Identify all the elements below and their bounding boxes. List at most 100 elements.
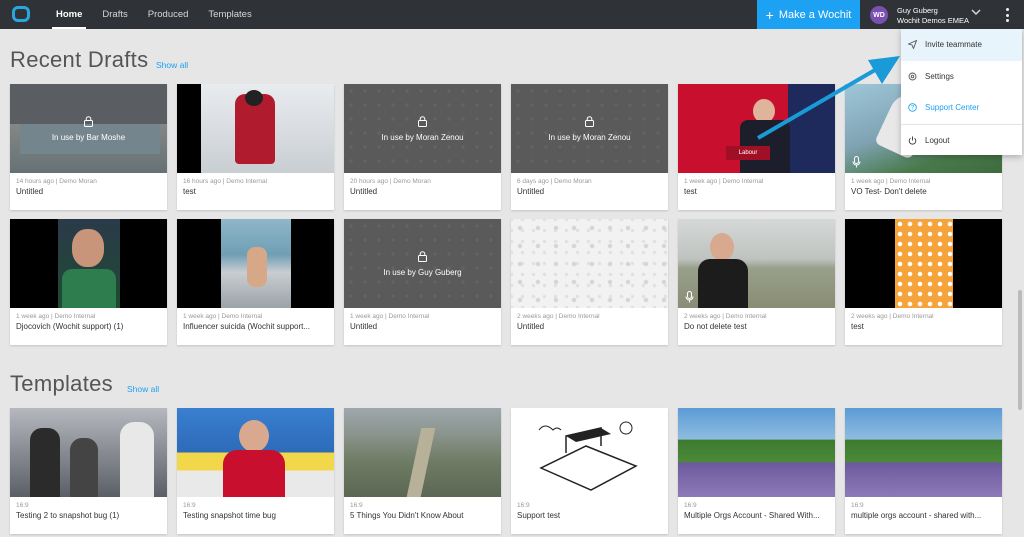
user-menu-dropdown: Invite teammate Settings ? Support Cente… <box>901 29 1022 155</box>
make-button-label: Make a Wochit <box>778 8 852 21</box>
template-thumbnail <box>845 408 1002 497</box>
send-icon <box>908 40 917 50</box>
menu-item-logout[interactable]: Logout <box>901 125 1022 157</box>
card-title: test <box>851 322 864 331</box>
drafts-show-all-link[interactable]: Show all <box>156 60 188 70</box>
nav-produced[interactable]: Produced <box>138 0 199 29</box>
card-title: Do not delete test <box>684 322 747 331</box>
card-title: Untitled <box>16 187 44 196</box>
menu-item-label: Support Center <box>925 103 980 113</box>
card-title: multiple orgs account - shared with... <box>851 511 982 520</box>
annotation-arrow-icon <box>756 56 900 140</box>
menu-item-label: Logout <box>925 135 950 145</box>
menu-item-label: Settings <box>925 71 954 81</box>
card-title: Multiple Orgs Account - Shared With... <box>684 511 820 520</box>
draft-thumbnail <box>177 219 334 308</box>
user-info[interactable]: Guy Guberg Wochit Demos EMEA <box>897 6 969 26</box>
template-card[interactable]: 16:9 Testing 2 to snapshot bug (1) <box>10 408 167 534</box>
card-meta: 6 days ago | Demo Moran <box>517 178 592 185</box>
gear-icon <box>908 72 917 81</box>
nav-drafts[interactable]: Drafts <box>92 0 137 29</box>
lock-icon <box>84 115 93 127</box>
template-card[interactable]: 16:9 Support test <box>511 408 668 534</box>
menu-item-support-center[interactable]: ? Support Center <box>901 92 1022 124</box>
draft-card[interactable]: 2 weeks ago | Demo Internal test <box>845 219 1002 345</box>
template-card[interactable]: 16:9 5 Things You Didn't Know About <box>344 408 501 534</box>
draft-thumbnail: In use by Moran Zenou <box>511 84 668 173</box>
card-title: Untitled <box>350 187 378 196</box>
template-thumbnail <box>344 408 501 497</box>
avatar[interactable]: WD <box>870 6 888 24</box>
template-card[interactable]: 16:9 Multiple Orgs Account - Shared With… <box>678 408 835 534</box>
templates-show-all-link[interactable]: Show all <box>127 384 159 394</box>
in-use-label: In use by Moran Zenou <box>381 132 464 142</box>
recent-drafts-title: Recent Drafts <box>10 47 149 72</box>
nav-home[interactable]: Home <box>46 0 92 29</box>
draft-card[interactable]: In use by Bar Moshe 14 hours ago | Demo … <box>10 84 167 210</box>
draft-card[interactable]: 2 weeks ago | Demo Internal Untitled <box>511 219 668 345</box>
in-use-overlay: In use by Guy Guberg <box>344 219 501 308</box>
draft-thumbnail <box>511 219 668 308</box>
template-card[interactable]: 16:9 Testing snapshot time bug <box>177 408 334 534</box>
nav-templates[interactable]: Templates <box>198 0 261 29</box>
card-meta: 14 hours ago | Demo Moran <box>16 178 97 185</box>
menu-item-invite-teammate[interactable]: Invite teammate <box>901 29 1022 61</box>
top-bar: Home Drafts Produced Templates + Make a … <box>0 0 1024 29</box>
card-meta: 20 hours ago | Demo Moran <box>350 178 431 185</box>
draft-card[interactable]: 1 week ago | Demo Internal Djocovich (Wo… <box>10 219 167 345</box>
card-meta: 16:9 <box>16 502 29 509</box>
templates-title: Templates <box>10 371 113 396</box>
in-use-overlay: In use by Moran Zenou <box>511 84 668 173</box>
page-scrollbar[interactable] <box>1018 290 1022 410</box>
in-use-label: In use by Moran Zenou <box>548 132 631 142</box>
more-menu-icon[interactable] <box>1000 6 1014 24</box>
card-title: test <box>684 187 697 196</box>
template-card[interactable]: 16:9 multiple orgs account - shared with… <box>845 408 1002 534</box>
card-title: 5 Things You Didn't Know About <box>350 511 464 520</box>
draft-thumbnail: In use by Bar Moshe <box>10 84 167 173</box>
card-title: Testing snapshot time bug <box>183 511 276 520</box>
card-meta: 16:9 <box>183 502 196 509</box>
card-title: Untitled <box>517 187 545 196</box>
microphone-icon <box>852 156 861 168</box>
card-meta: 2 weeks ago | Demo Internal <box>517 313 600 320</box>
draft-thumbnail <box>845 219 1002 308</box>
draft-card[interactable]: In use by Moran Zenou 6 days ago | Demo … <box>511 84 668 210</box>
lock-icon <box>418 115 427 127</box>
draft-card[interactable]: 1 week ago | Demo Internal Influencer su… <box>177 219 334 345</box>
draft-card[interactable]: In use by Guy Guberg 1 week ago | Demo I… <box>344 219 501 345</box>
card-title: VO Test- Don't delete <box>851 187 927 196</box>
make-a-wochit-button[interactable]: + Make a Wochit <box>757 0 860 29</box>
card-title: Djocovich (Wochit support) (1) <box>16 322 124 331</box>
draft-card[interactable]: 2 weeks ago | Demo Internal Do not delet… <box>678 219 835 345</box>
template-thumbnail <box>10 408 167 497</box>
menu-item-settings[interactable]: Settings <box>901 61 1022 93</box>
menu-item-label: Invite teammate <box>925 40 982 50</box>
card-meta: 16:9 <box>684 502 697 509</box>
card-meta: 1 week ago | Demo Internal <box>16 313 96 320</box>
main-nav: Home Drafts Produced Templates <box>46 0 262 29</box>
card-meta: 16 hours ago | Demo Internal <box>183 178 268 185</box>
chevron-down-icon[interactable] <box>971 8 981 19</box>
card-meta: 1 week ago | Demo Internal <box>183 313 263 320</box>
in-use-overlay: In use by Moran Zenou <box>344 84 501 173</box>
card-meta: 16:9 <box>517 502 530 509</box>
help-icon: ? <box>908 103 917 112</box>
plus-icon: + <box>765 6 774 23</box>
lock-icon <box>585 115 594 127</box>
draft-thumbnail: In use by Moran Zenou <box>344 84 501 173</box>
wochit-logo-icon[interactable] <box>12 6 30 22</box>
draft-card[interactable]: In use by Moran Zenou 20 hours ago | Dem… <box>344 84 501 210</box>
power-icon <box>908 136 917 145</box>
card-meta: 1 week ago | Demo Internal <box>851 178 931 185</box>
card-meta: 16:9 <box>350 502 363 509</box>
draft-thumbnail <box>678 219 835 308</box>
card-title: test <box>183 187 196 196</box>
draft-thumbnail <box>10 219 167 308</box>
card-meta: 16:9 <box>851 502 864 509</box>
card-meta: 2 weeks ago | Demo Internal <box>851 313 934 320</box>
card-title: Untitled <box>517 322 545 331</box>
template-thumbnail <box>177 408 334 497</box>
template-thumbnail <box>511 408 668 497</box>
draft-card[interactable]: 16 hours ago | Demo Internal test <box>177 84 334 210</box>
